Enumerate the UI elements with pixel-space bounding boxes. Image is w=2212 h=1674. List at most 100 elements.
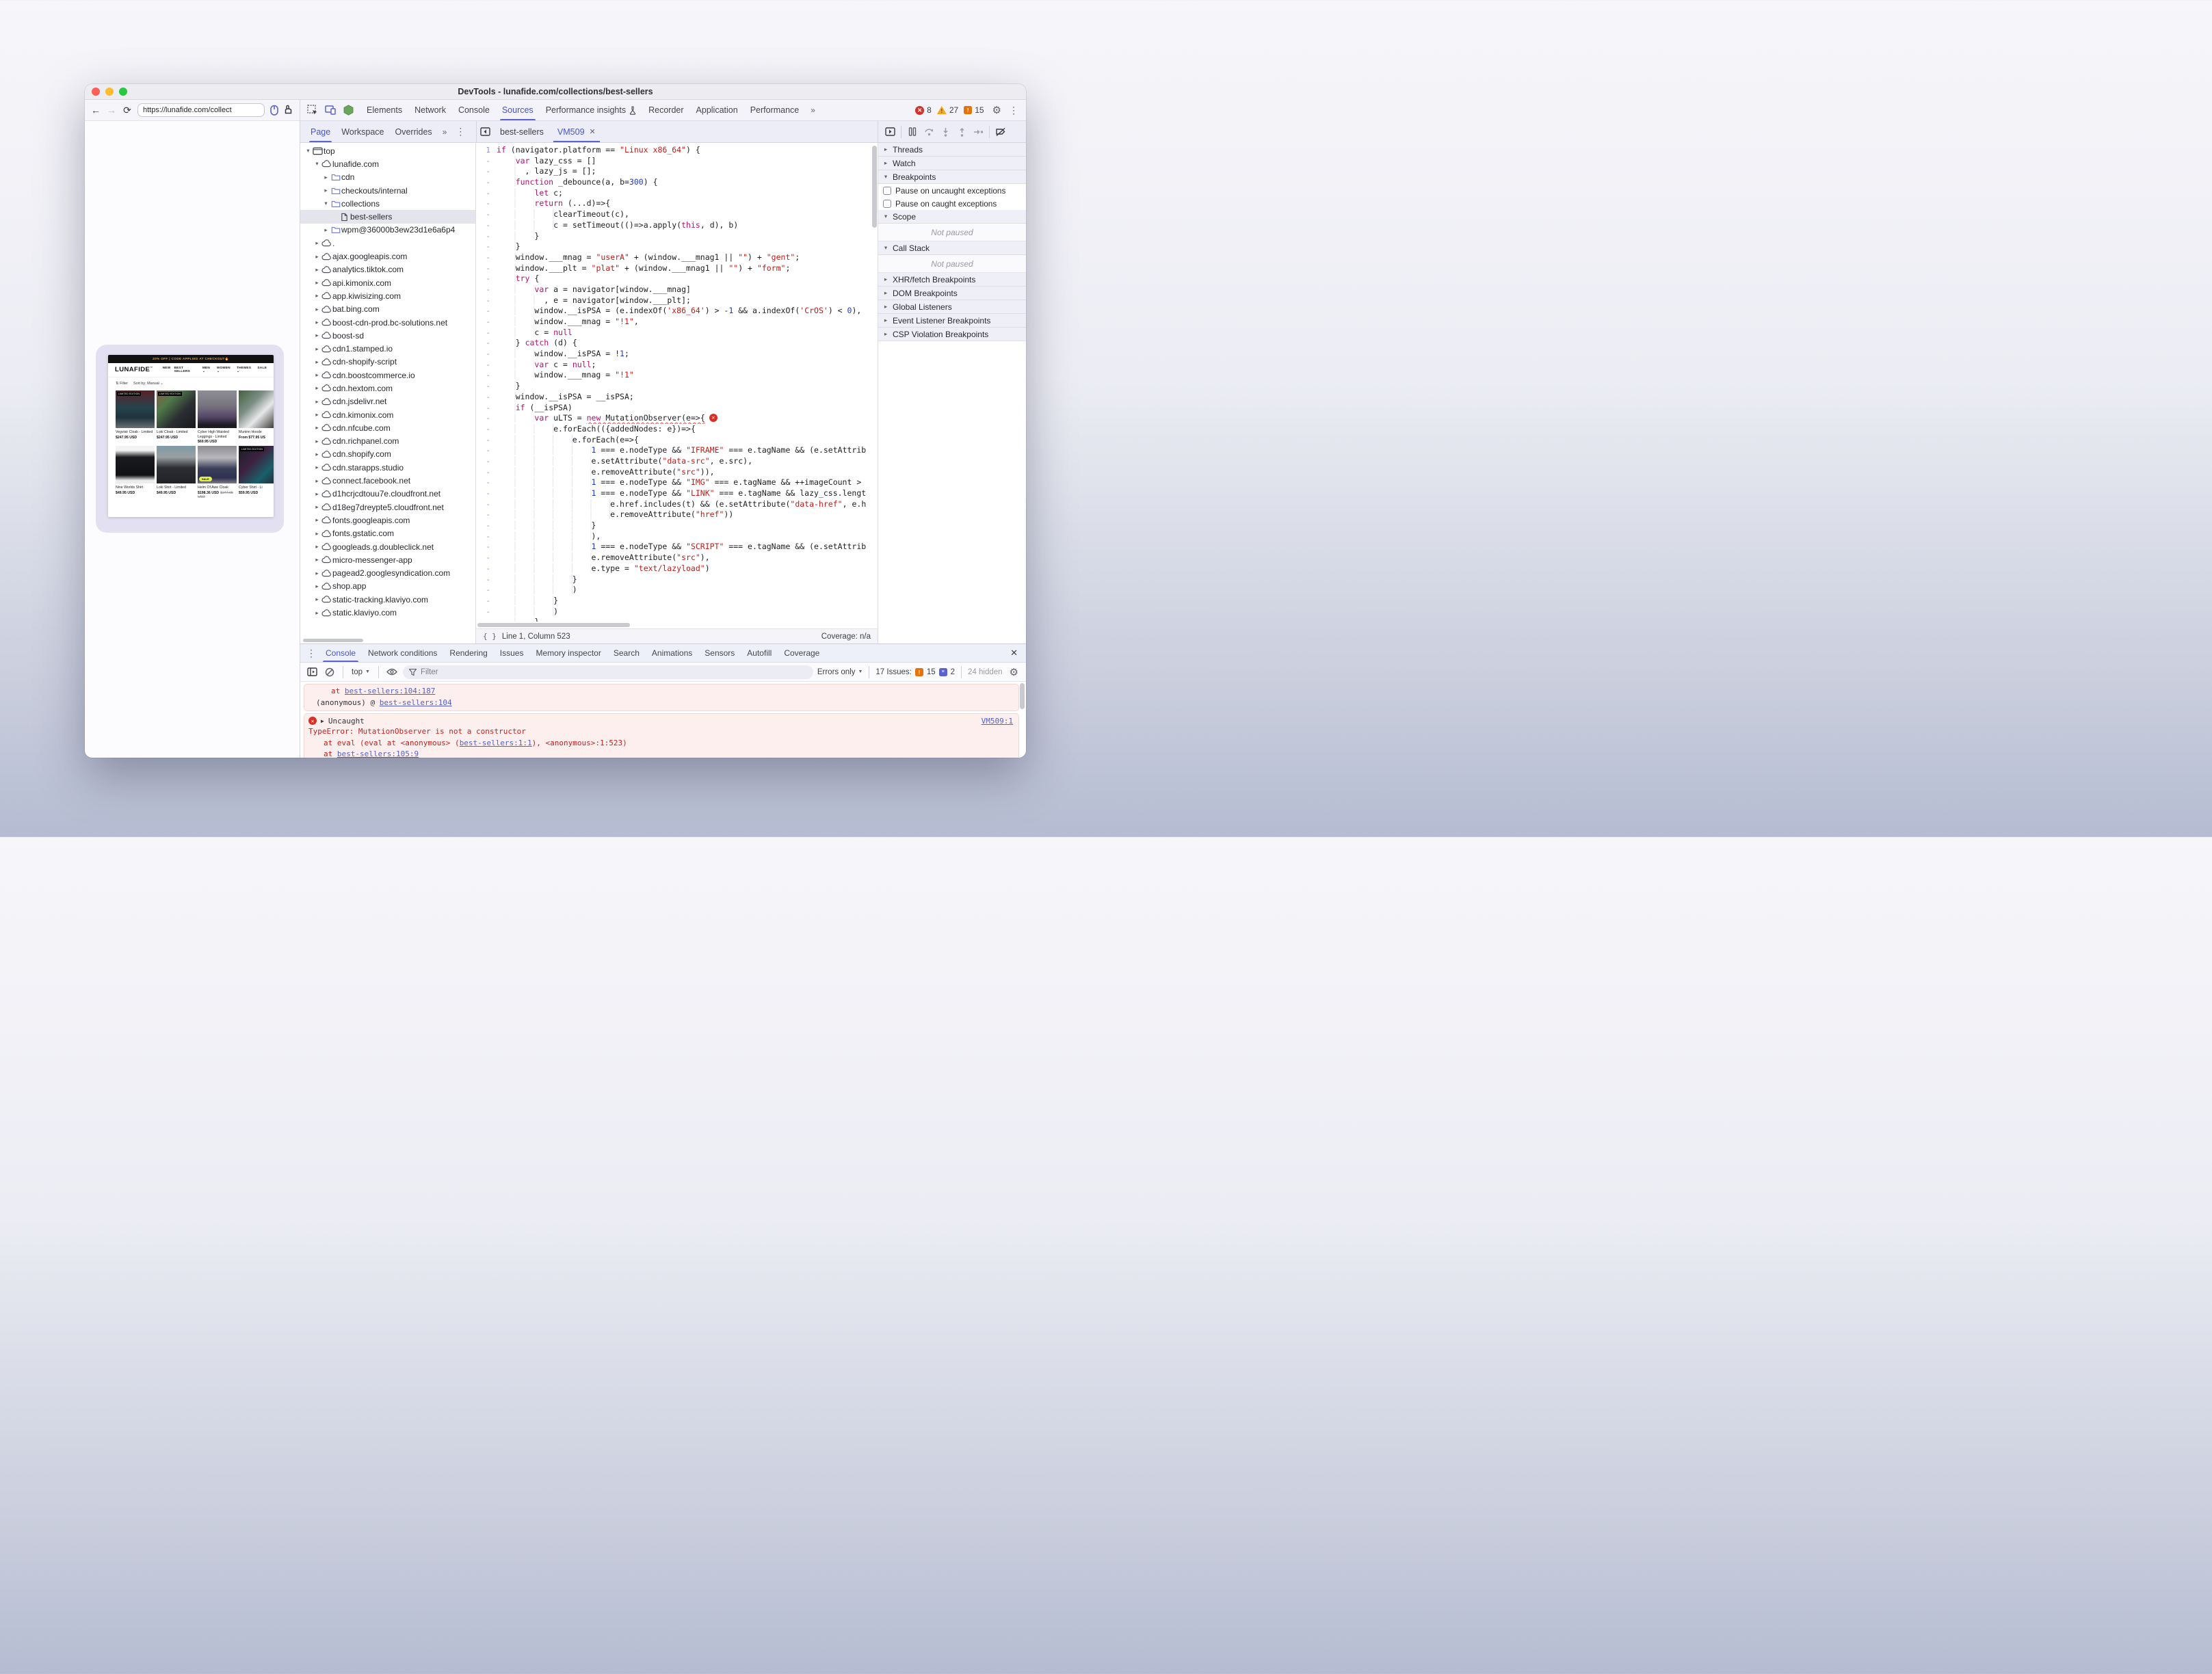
- line-gutter[interactable]: -: [476, 360, 497, 371]
- line-gutter[interactable]: -: [476, 499, 497, 510]
- line-gutter[interactable]: -: [476, 607, 497, 617]
- tree-item-cdn-kimonix-com[interactable]: ▸cdn.kimonix.com: [300, 408, 475, 421]
- tree-item-wpm-36000b3ew23d1e6a6p4[interactable]: ▸wpm@36000b3ew23d1e6a6p4: [300, 224, 475, 237]
- tree-item-best-sellers[interactable]: best-sellers: [300, 210, 475, 223]
- expand-caret-icon[interactable]: ▶: [321, 718, 324, 724]
- expander-icon[interactable]: ▸: [313, 451, 321, 458]
- editor-tab-best-sellers[interactable]: best-sellers: [493, 121, 551, 142]
- expander-icon[interactable]: ▸: [313, 556, 321, 563]
- checkbox-box[interactable]: [883, 200, 891, 208]
- tree-item-analytics-tiktok-com[interactable]: ▸analytics.tiktok.com: [300, 263, 475, 276]
- tree-item-checkouts-internal[interactable]: ▸checkouts/internal: [300, 184, 475, 197]
- expander-icon[interactable]: ▸: [313, 279, 321, 287]
- tree-item-collections[interactable]: ▾collections: [300, 197, 475, 210]
- reload-icon[interactable]: ⟳: [122, 105, 133, 116]
- checkbox-box[interactable]: [883, 187, 891, 195]
- expander-icon[interactable]: ▸: [313, 609, 321, 617]
- line-gutter[interactable]: -: [476, 531, 497, 542]
- inline-error-icon[interactable]: ✕: [709, 414, 717, 422]
- line-gutter[interactable]: -: [476, 445, 497, 456]
- tree-item-cdn-boostcommerce-io[interactable]: ▸cdn.boostcommerce.io: [300, 369, 475, 382]
- close-tab-icon[interactable]: ✕: [590, 127, 596, 136]
- node-icon[interactable]: [340, 103, 356, 118]
- tree-item-micro-messenger-app[interactable]: ▸micro-messenger-app: [300, 553, 475, 566]
- tree-item-boost-cdn-prod-bc-solutions-net[interactable]: ▸boost-cdn-prod.bc-solutions.net: [300, 316, 475, 329]
- tree-horizontal-scrollbar[interactable]: [300, 637, 475, 643]
- settings-gear-icon[interactable]: ⚙: [990, 104, 1004, 116]
- expander-icon[interactable]: ▸: [313, 424, 321, 431]
- line-gutter[interactable]: -: [476, 585, 497, 596]
- tree-item-static-tracking-klaviyo-com[interactable]: ▸static-tracking.klaviyo.com: [300, 593, 475, 606]
- console-settings-icon[interactable]: ⚙: [1007, 666, 1021, 678]
- tab-performance[interactable]: Performance: [744, 100, 806, 120]
- drawer-tab-console[interactable]: Console: [319, 644, 362, 662]
- line-gutter[interactable]: -: [476, 488, 497, 499]
- line-gutter[interactable]: -: [476, 553, 497, 563]
- expander-icon[interactable]: ▸: [313, 358, 321, 366]
- line-gutter[interactable]: -: [476, 349, 497, 360]
- console-filter-input[interactable]: Filter: [403, 665, 813, 679]
- section-event-listener-breakpoints[interactable]: ▸Event Listener Breakpoints: [878, 314, 1026, 328]
- tree-item-cdn-starapps-studio[interactable]: ▸cdn.starapps.studio: [300, 461, 475, 474]
- tab-application[interactable]: Application: [690, 100, 744, 120]
- tree-item-lunafide-com[interactable]: ▾lunafide.com: [300, 157, 475, 170]
- drawer-tab-autofill[interactable]: Autofill: [741, 644, 778, 662]
- expander-icon[interactable]: ▸: [313, 319, 321, 326]
- line-gutter[interactable]: -: [476, 188, 497, 199]
- expander-icon[interactable]: ▸: [313, 516, 321, 524]
- line-gutter[interactable]: -: [476, 563, 497, 574]
- drawer-tab-network-conditions[interactable]: Network conditions: [362, 644, 443, 662]
- step-over-icon[interactable]: [921, 124, 936, 140]
- line-gutter[interactable]: -: [476, 306, 497, 317]
- expander-icon[interactable]: ▸: [313, 371, 321, 379]
- line-gutter[interactable]: -: [476, 220, 497, 231]
- expander-icon[interactable]: ▸: [313, 253, 321, 261]
- source-link[interactable]: best-sellers:104: [380, 698, 452, 707]
- expander-icon[interactable]: ▸: [313, 332, 321, 339]
- line-gutter[interactable]: 1: [476, 145, 497, 156]
- line-gutter[interactable]: -: [476, 456, 497, 467]
- step-icon[interactable]: [971, 124, 986, 140]
- more-tabs-icon[interactable]: »: [806, 105, 819, 115]
- section-breakpoints[interactable]: ▾Breakpoints: [878, 170, 1026, 184]
- line-gutter[interactable]: -: [476, 392, 497, 403]
- line-gutter[interactable]: -: [476, 413, 497, 424]
- issue-badge-icon[interactable]: !: [964, 106, 972, 114]
- editor-vertical-scrollbar[interactable]: [872, 146, 877, 228]
- section-scope[interactable]: ▾Scope: [878, 210, 1026, 224]
- log-level-selector[interactable]: Errors only▼: [817, 668, 863, 676]
- drawer-menu-icon[interactable]: ⋮: [303, 648, 319, 659]
- close-drawer-icon[interactable]: ✕: [1005, 648, 1023, 659]
- expander-icon[interactable]: ▾: [322, 200, 330, 207]
- section-watch[interactable]: ▸Watch: [878, 157, 1026, 170]
- expander-icon[interactable]: ▸: [313, 438, 321, 445]
- line-gutter[interactable]: -: [476, 574, 497, 585]
- clear-console-icon[interactable]: [323, 665, 337, 679]
- line-gutter[interactable]: -: [476, 403, 497, 414]
- section-call-stack[interactable]: ▾Call Stack: [878, 241, 1026, 255]
- source-link[interactable]: VM509:1: [982, 717, 1013, 726]
- drawer-tab-search[interactable]: Search: [607, 644, 646, 662]
- console-vertical-scrollbar[interactable]: [1020, 683, 1025, 709]
- tree-item-fonts-googleapis-com[interactable]: ▸fonts.googleapis.com: [300, 514, 475, 527]
- error-badge-icon[interactable]: ✕: [915, 106, 924, 115]
- expander-icon[interactable]: ▸: [313, 530, 321, 537]
- tree-item-boost-sd[interactable]: ▸boost-sd: [300, 329, 475, 342]
- expander-icon[interactable]: ▾: [313, 160, 321, 168]
- expander-icon[interactable]: ▸: [313, 570, 321, 577]
- expander-icon[interactable]: ▸: [313, 239, 321, 247]
- section-threads[interactable]: ▸Threads: [878, 143, 1026, 157]
- line-gutter[interactable]: -: [476, 274, 497, 284]
- section-csp-violation-breakpoints[interactable]: ▸CSP Violation Breakpoints: [878, 328, 1026, 341]
- tree-item-[interactable]: ▸.: [300, 237, 475, 250]
- live-expression-eye-icon[interactable]: [385, 665, 399, 679]
- tree-item-cdn-richpanel-com[interactable]: ▸cdn.richpanel.com: [300, 435, 475, 448]
- tree-item-d1hcrjcdtouu7e-cloudfront-net[interactable]: ▸d1hcrjcdtouu7e.cloudfront.net: [300, 488, 475, 501]
- expander-icon[interactable]: ▸: [313, 490, 321, 498]
- issues-counter[interactable]: 17 Issues: ! 15 ≡ 2: [875, 668, 955, 676]
- forward-icon[interactable]: →: [106, 105, 117, 116]
- section-xhr-fetch-breakpoints[interactable]: ▸XHR/fetch Breakpoints: [878, 273, 1026, 287]
- line-gutter[interactable]: -: [476, 284, 497, 295]
- line-gutter[interactable]: -: [476, 252, 497, 263]
- line-gutter[interactable]: -: [476, 381, 497, 392]
